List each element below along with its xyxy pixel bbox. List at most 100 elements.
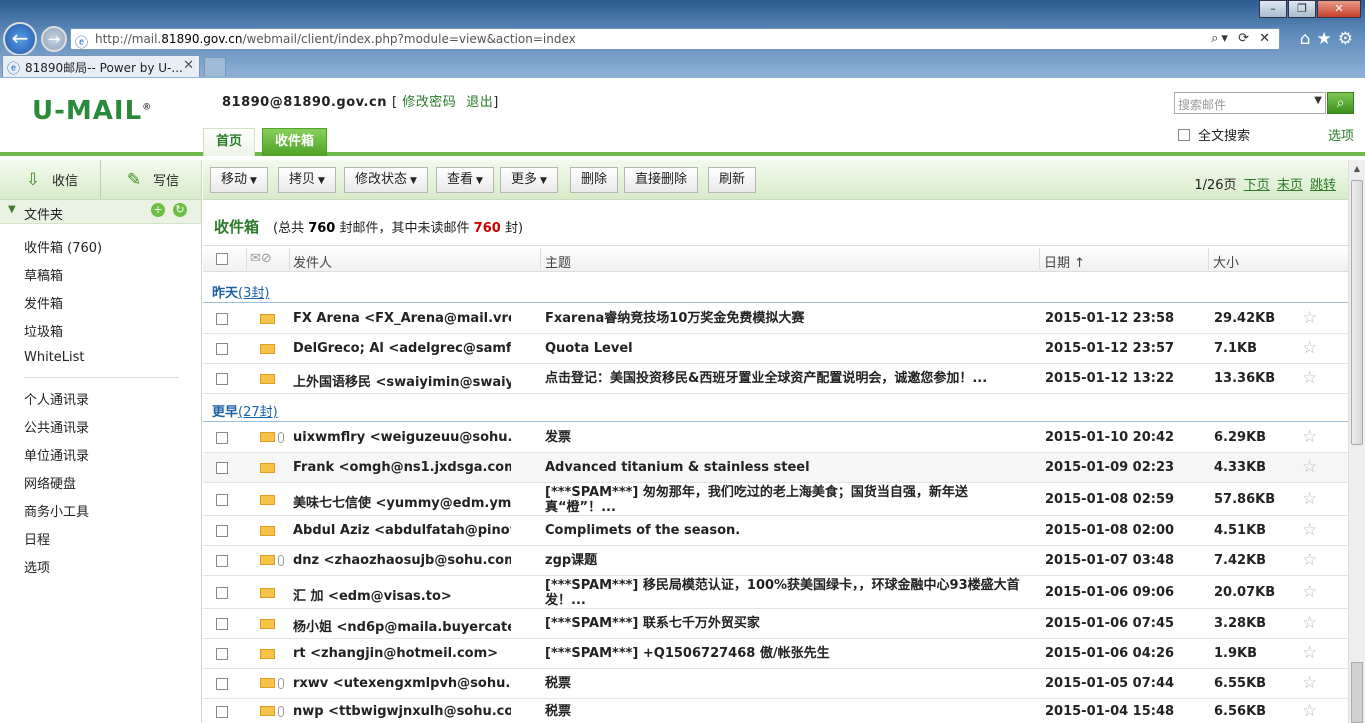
scrollbar-thumb-lower[interactable] xyxy=(1351,662,1363,723)
delete-button[interactable]: 删除 xyxy=(570,167,619,193)
refresh-button[interactable]: 刷新 xyxy=(708,167,757,193)
column-subject[interactable]: 主题 xyxy=(545,252,571,271)
receive-button[interactable]: ⇩ 收信 xyxy=(0,160,101,199)
add-folder-icon[interactable]: + xyxy=(151,203,165,217)
toolbar-icons[interactable]: ⌂★⚙ xyxy=(1300,29,1359,49)
close-window-button[interactable]: ✕ xyxy=(1317,0,1361,18)
address-bar[interactable]: ⓔ http://mail.81890.gov.cn/webmail/clien… xyxy=(70,28,1280,51)
forward-button[interactable]: → xyxy=(41,26,67,52)
folder-trash[interactable]: 垃圾箱 xyxy=(24,321,63,340)
sidebar-item-org-contacts[interactable]: 单位通讯录 xyxy=(24,445,89,464)
row-checkbox[interactable] xyxy=(216,618,228,630)
table-row[interactable]: rxwv <utexengxmlpvh@sohu.com 税票 2015-01-… xyxy=(203,669,1348,699)
star-icon[interactable]: ☆ xyxy=(1302,613,1317,633)
star-icon[interactable]: ☆ xyxy=(1302,368,1317,388)
table-row[interactable]: dnz <zhaozhaosujb@sohu.com> zgp课题 2015-0… xyxy=(203,546,1348,576)
star-icon[interactable]: ☆ xyxy=(1302,582,1317,602)
star-icon[interactable]: ☆ xyxy=(1302,643,1317,663)
next-page-link[interactable]: 下页 xyxy=(1244,178,1270,193)
copy-button[interactable]: 拷贝 ▼ xyxy=(278,167,336,193)
table-row[interactable]: FX Arena <FX_Arena@mail.vresp. Fxarena睿纳… xyxy=(203,304,1348,334)
row-checkbox[interactable] xyxy=(216,343,228,355)
star-icon[interactable]: ☆ xyxy=(1302,338,1317,358)
star-icon[interactable]: ☆ xyxy=(1302,457,1317,477)
row-checkbox[interactable] xyxy=(216,432,228,444)
jump-page-link[interactable]: 跳转 xyxy=(1310,178,1336,193)
row-checkbox[interactable] xyxy=(216,678,228,690)
table-row[interactable]: Frank <omgh@ns1.jxdsga.com> Advanced tit… xyxy=(203,453,1348,483)
table-row[interactable]: DelGreco; Al <adelgrec@samford. Quota Le… xyxy=(203,334,1348,364)
star-icon[interactable]: ☆ xyxy=(1302,427,1317,447)
column-size[interactable]: 大小 xyxy=(1213,252,1239,271)
row-checkbox[interactable] xyxy=(216,462,228,474)
more-button[interactable]: 更多 ▼ xyxy=(500,167,558,193)
folder-inbox[interactable]: 收件箱 (760) xyxy=(24,237,102,256)
address-controls[interactable]: ⌕▾ ⟳ ✕ xyxy=(1211,31,1273,46)
browser-tab[interactable]: ⓔ 81890邮局-- Power by U-... ✕ xyxy=(2,55,200,77)
chevron-down-icon[interactable]: ▼ xyxy=(8,204,16,215)
folder-whitelist[interactable]: WhiteList xyxy=(24,350,85,365)
row-checkbox[interactable] xyxy=(216,587,228,599)
row-checkbox[interactable] xyxy=(216,525,228,537)
sidebar-item-network-disk[interactable]: 网络硬盘 xyxy=(24,473,76,492)
row-checkbox[interactable] xyxy=(216,555,228,567)
refresh-folders-icon[interactable]: ↻ xyxy=(173,203,187,217)
table-row[interactable]: uixwmflry <weiguzeuu@sohu.com 发票 2015-01… xyxy=(203,423,1348,453)
row-checkbox[interactable] xyxy=(216,494,228,506)
compose-button[interactable]: ✎ 写信 xyxy=(101,160,201,199)
sidebar-item-personal-contacts[interactable]: 个人通讯录 xyxy=(24,389,89,408)
row-checkbox[interactable] xyxy=(216,648,228,660)
column-from[interactable]: 发件人 xyxy=(293,252,332,271)
sidebar-item-public-contacts[interactable]: 公共通讯录 xyxy=(24,417,89,436)
scroll-up-icon[interactable]: ▲ xyxy=(1349,160,1365,177)
tab-inbox[interactable]: 收件箱 xyxy=(262,128,328,156)
maximize-button[interactable]: ❐ xyxy=(1288,0,1316,18)
group-count-link[interactable]: (3封) xyxy=(238,286,269,301)
column-date[interactable]: 日期 ↑ xyxy=(1044,252,1085,271)
table-row[interactable]: 上外国语移民 <swaiyimin@swaiyim 点击登记：美国投资移民&西班… xyxy=(203,364,1348,394)
move-button[interactable]: 移动 ▼ xyxy=(210,167,268,193)
table-row[interactable]: 美味七七信使 <yummy@edm.ymy7 [***SPAM***] 匆匆那年… xyxy=(203,483,1348,516)
fulltext-checkbox[interactable] xyxy=(1178,129,1190,141)
table-row[interactable]: 杨小姐 <nd6p@maila.buyercatego [***SPAM***]… xyxy=(203,609,1348,639)
group-count-link[interactable]: (27封) xyxy=(238,405,278,420)
search-button[interactable]: ⌕ xyxy=(1327,92,1354,114)
row-checkbox[interactable] xyxy=(216,706,228,718)
search-input[interactable]: 搜索邮件 ▼ xyxy=(1174,92,1326,114)
sidebar-item-business-tools[interactable]: 商务小工具 xyxy=(24,501,89,520)
row-checkbox[interactable] xyxy=(216,313,228,325)
change-status-button[interactable]: 修改状态 ▼ xyxy=(344,167,428,193)
table-row[interactable]: nwp <ttbwigwjnxulh@sohu.com> 税票 2015-01-… xyxy=(203,699,1348,723)
star-icon[interactable]: ☆ xyxy=(1302,673,1317,693)
select-all-checkbox[interactable] xyxy=(216,253,228,265)
folder-header[interactable]: ▼ 文件夹 + ↻ xyxy=(0,200,201,224)
vertical-scrollbar[interactable]: ▲ xyxy=(1348,160,1365,723)
star-icon[interactable]: ☆ xyxy=(1302,550,1317,570)
table-row[interactable]: rt <zhangjin@hotmeil.com> [***SPAM***] +… xyxy=(203,639,1348,669)
logout-link[interactable]: 退出 xyxy=(466,95,493,110)
view-button[interactable]: 查看 ▼ xyxy=(436,167,494,193)
last-page-link[interactable]: 末页 xyxy=(1277,178,1303,193)
sidebar-item-calendar[interactable]: 日程 xyxy=(24,529,50,548)
tab-home[interactable]: 首页 xyxy=(203,128,256,156)
back-button[interactable]: ← xyxy=(3,22,37,56)
star-icon[interactable]: ☆ xyxy=(1302,520,1317,540)
scrollbar-thumb[interactable] xyxy=(1351,180,1363,445)
permanent-delete-button[interactable]: 直接删除 xyxy=(624,167,699,193)
row-checkbox[interactable] xyxy=(216,373,228,385)
sidebar-item-options[interactable]: 选项 xyxy=(24,557,50,576)
chevron-down-icon[interactable]: ▼ xyxy=(1314,95,1322,106)
star-icon[interactable]: ☆ xyxy=(1302,308,1317,328)
table-row[interactable]: 汇 加 <edm@visas.to> [***SPAM***] 移民局模范认证，… xyxy=(203,576,1348,609)
folder-sent[interactable]: 发件箱 xyxy=(24,293,63,312)
table-row[interactable]: Abdul Aziz <abdulfatah@pinoy.or Complime… xyxy=(203,516,1348,546)
star-icon[interactable]: ☆ xyxy=(1302,701,1317,721)
folder-drafts[interactable]: 草稿箱 xyxy=(24,265,63,284)
new-tab-button[interactable] xyxy=(204,57,226,76)
star-icon[interactable]: ☆ xyxy=(1302,489,1317,509)
change-password-link[interactable]: 修改密码 xyxy=(402,95,456,110)
close-tab-icon[interactable]: ✕ xyxy=(183,58,194,73)
minimize-button[interactable]: – xyxy=(1259,0,1287,18)
fulltext-search-option[interactable]: 全文搜索 xyxy=(1178,125,1250,144)
options-link[interactable]: 选项 xyxy=(1328,125,1354,144)
